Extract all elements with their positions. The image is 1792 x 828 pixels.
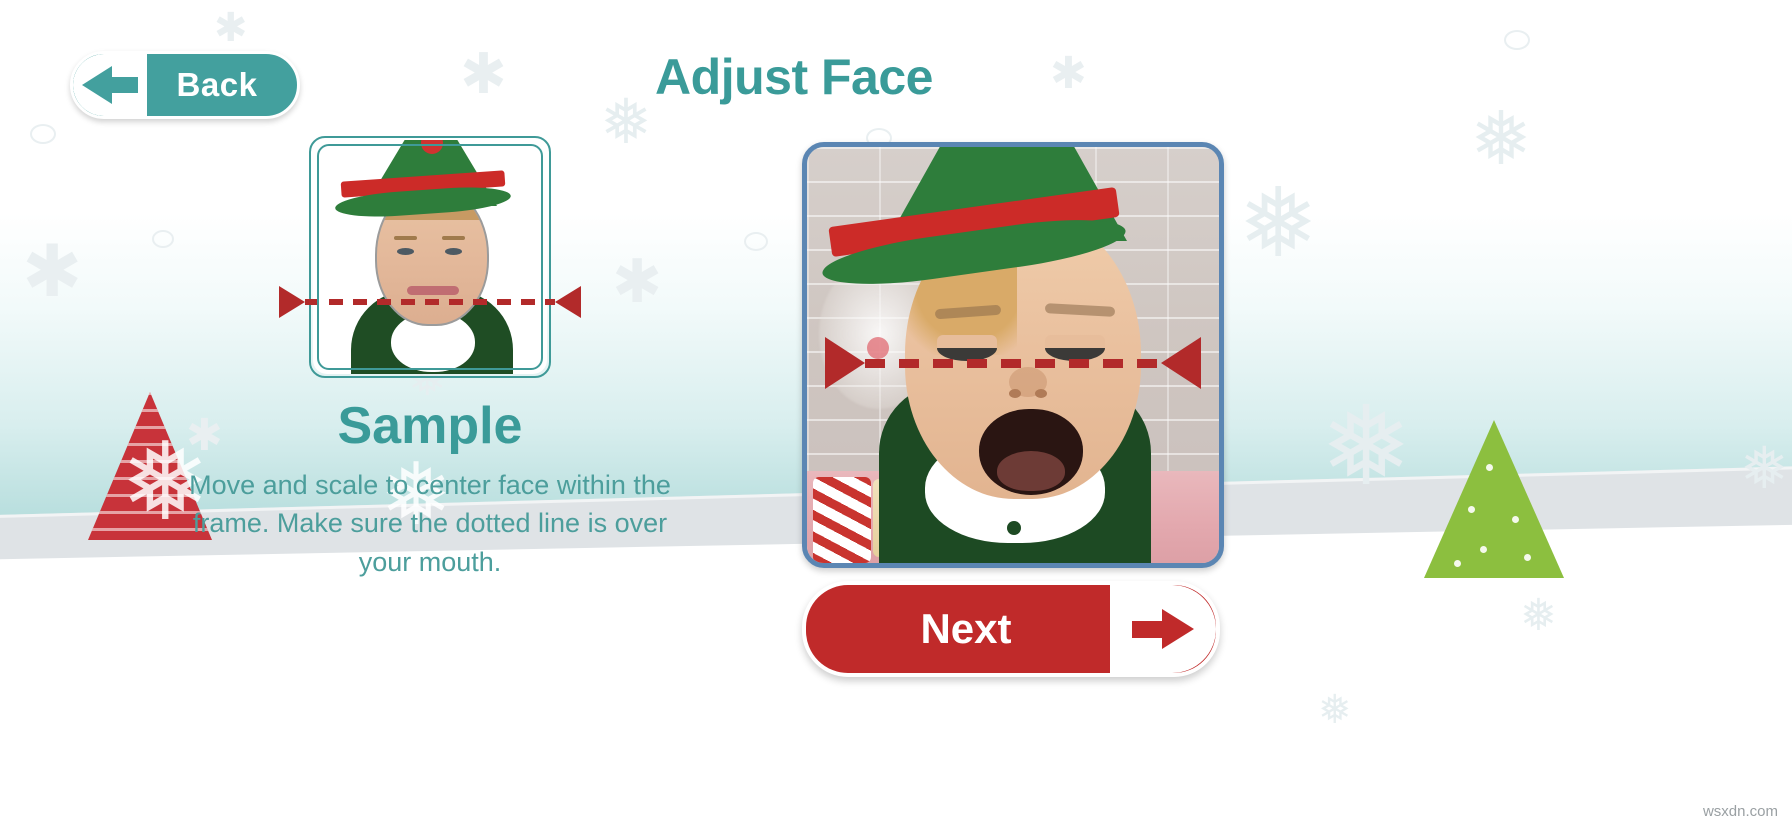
snowflake-icon: ❅	[1470, 97, 1533, 180]
bubble-icon	[744, 232, 768, 251]
snowflake-icon: ❅	[1520, 591, 1557, 640]
next-button[interactable]: Next	[802, 581, 1220, 677]
back-button-label: Back	[176, 66, 258, 103]
arrow-right-icon	[1132, 609, 1194, 649]
sample-label: Sample	[337, 397, 523, 455]
snowflake-icon: ❅	[1320, 385, 1413, 508]
page-title: Adjust Face	[655, 49, 933, 105]
snowflake-icon: ❅	[1238, 170, 1319, 277]
sparkle-icon: ✱	[460, 42, 507, 105]
snowflake-icon: ❅	[1740, 436, 1789, 501]
face-editor-frame[interactable]	[802, 142, 1224, 568]
sparkle-icon: ✱	[22, 232, 83, 312]
sample-panel: Sample Move and scale to center face wit…	[140, 136, 720, 581]
snowflake-icon: ❅	[1330, 711, 1361, 752]
bubble-icon	[1504, 30, 1530, 50]
decorative-green-tree	[1424, 420, 1564, 578]
sample-face-frame	[279, 136, 581, 378]
back-button-icon-cap	[73, 54, 147, 116]
elf-collar-button	[1007, 521, 1021, 535]
sample-description: Move and scale to center face within the…	[189, 470, 671, 577]
next-button-label: Next	[920, 605, 1012, 652]
sparkle-icon: ✱	[214, 6, 248, 50]
sample-photo	[313, 140, 547, 374]
next-button-icon-cap	[1110, 585, 1216, 673]
snowflake-icon: ❅	[676, 697, 715, 749]
photo-ornament	[867, 337, 889, 359]
watermark: wsxdn.com	[1702, 803, 1778, 820]
guide-arrow-left-icon	[279, 286, 305, 318]
guide-arrow-right-icon	[555, 286, 581, 318]
sparkle-icon: ✱	[1050, 49, 1087, 98]
bubble-icon	[30, 124, 56, 144]
back-button[interactable]: Back	[70, 51, 300, 119]
photo-candy-cane	[813, 477, 871, 563]
arrow-left-icon	[82, 66, 138, 104]
